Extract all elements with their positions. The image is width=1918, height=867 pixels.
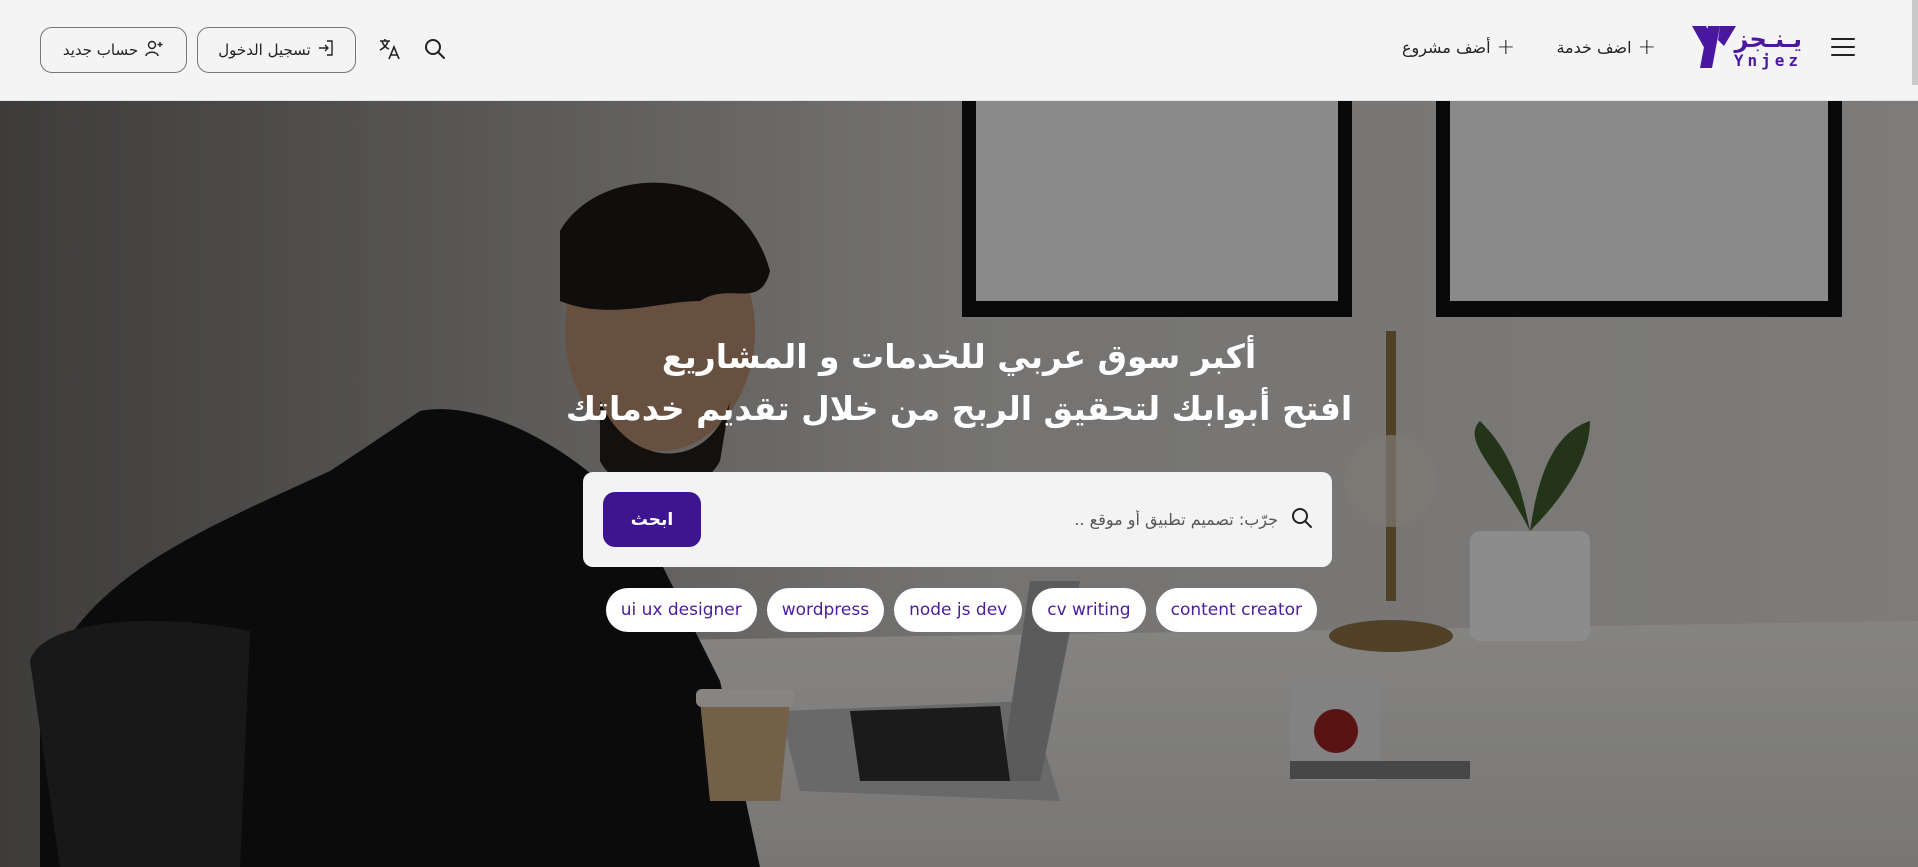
search-input[interactable] (716, 500, 1280, 538)
hero-title: أكبر سوق عربي للخدمات و المشاريع (661, 337, 1257, 376)
search-icon (1290, 506, 1314, 530)
tag-chip[interactable]: wordpress (766, 588, 885, 632)
hamburger-icon[interactable] (1831, 38, 1855, 60)
brand-logo[interactable]: يـنـجز Ynjez (1690, 24, 1802, 76)
login-button[interactable]: تسجيل الدخول (197, 27, 356, 73)
add-service-link[interactable]: + اضف خدمة (1556, 34, 1656, 60)
tag-chip[interactable]: node js dev (894, 588, 1023, 632)
register-button[interactable]: حساب جديد (40, 27, 187, 73)
add-project-label: أضف مشروع (1401, 38, 1491, 57)
tag-chip[interactable]: content creator (1155, 588, 1317, 632)
plus-icon: + (1637, 34, 1656, 60)
user-plus-icon (144, 39, 164, 61)
suggested-tags: ui ux designer wordpress node js dev cv … (605, 588, 1317, 632)
search-button[interactable]: ابحث (603, 492, 701, 547)
add-project-link[interactable]: + أضف مشروع (1401, 34, 1515, 60)
register-label: حساب جديد (62, 41, 139, 59)
sign-in-icon (317, 39, 335, 61)
translate-icon[interactable] (377, 36, 403, 62)
plus-icon: + (1496, 34, 1515, 60)
logo-mark-icon (1692, 26, 1736, 68)
tag-chip[interactable]: cv writing (1032, 588, 1146, 632)
scrollbar[interactable] (1912, 0, 1918, 85)
top-navbar: يـنـجز Ynjez + اضف خدمة + أضف مشروع تسجي… (0, 0, 1918, 101)
tag-chip[interactable]: ui ux designer (605, 588, 757, 632)
search-icon[interactable] (422, 36, 448, 62)
login-label: تسجيل الدخول (218, 41, 311, 59)
add-service-label: اضف خدمة (1556, 38, 1632, 57)
hero-section: أكبر سوق عربي للخدمات و المشاريع افتح أب… (0, 101, 1918, 867)
brand-name-arabic: يـنـجز (1734, 25, 1802, 53)
brand-name-latin: Ynjez (1733, 51, 1802, 70)
hero-search-box: ابحث (583, 472, 1332, 567)
hero-subtitle: افتح أبوابك لتحقيق الربح من خلال تقديم خ… (565, 389, 1353, 428)
